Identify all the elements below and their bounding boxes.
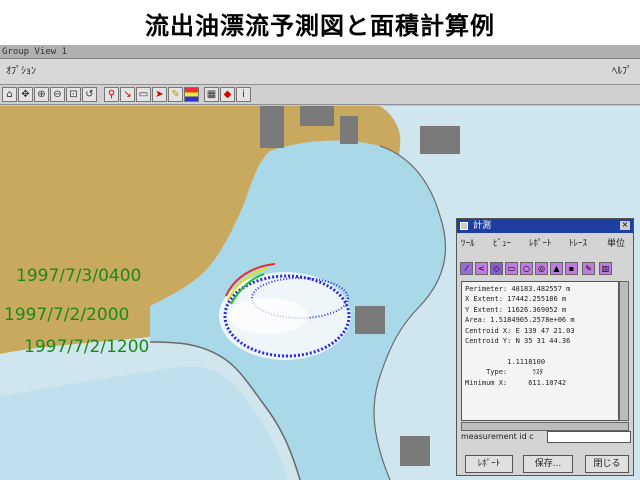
reclaimed-land xyxy=(260,106,284,148)
slide-title: 流出油漂流予測図と面積計算例 xyxy=(145,12,495,40)
select-arrow-icon[interactable]: ↘ xyxy=(120,87,135,102)
date-label: 1997/7/3/0400 xyxy=(16,266,142,286)
menu-view[interactable]: ﾋﾞｭｰ xyxy=(493,236,511,252)
menu-tool[interactable]: ﾂｰﾙ xyxy=(461,236,475,252)
window-title: Group View 1 xyxy=(0,45,640,59)
zoom-previous-icon[interactable]: ↺ xyxy=(82,87,97,102)
layer-icon[interactable]: ▦ xyxy=(204,87,219,102)
raster-tool-icon[interactable]: ▪ xyxy=(565,262,578,275)
zoom-extent-icon[interactable]: ⌂ xyxy=(2,87,17,102)
measurement-results: Perimeter: 48183.482557 m X Extent: 1744… xyxy=(461,281,619,421)
region-tool-icon[interactable]: ▲ xyxy=(550,262,563,275)
reclaimed-land-4 xyxy=(420,126,460,154)
pan-icon[interactable]: ✥ xyxy=(18,87,33,102)
zoom-out-icon[interactable]: ⊖ xyxy=(50,87,65,102)
close-button[interactable]: 閉じる xyxy=(585,455,629,473)
search-icon[interactable]: ⚲ xyxy=(104,87,119,102)
measurement-menu-bar: ﾂｰﾙ ﾋﾞｭｰ ﾚﾎﾟｰﾄ ﾄﾚｰｽ 単位 xyxy=(457,236,633,252)
result-line: Centroid X: E 139 47 21.03 xyxy=(465,326,575,335)
result-line: Area: 1.5184905.2578e+06 m xyxy=(465,316,575,325)
info-icon[interactable]: i xyxy=(236,87,251,102)
reclaimed-land-6 xyxy=(400,436,430,466)
paint-icon[interactable]: ◆ xyxy=(220,87,235,102)
zoom-box-icon[interactable]: ⊡ xyxy=(66,87,81,102)
menu-unit[interactable]: 単位 xyxy=(607,236,625,252)
date-label: 1997/7/2/2000 xyxy=(4,305,130,325)
reclaimed-land-2 xyxy=(300,106,334,126)
rectangle-tool-icon[interactable]: ▭ xyxy=(505,262,518,275)
result-line: Type: ﾗｽﾀ xyxy=(465,368,543,377)
result-line: Perimeter: 48183.482557 m xyxy=(465,285,571,293)
pointer-icon[interactable]: ➤ xyxy=(152,87,167,102)
horizontal-scrollbar[interactable] xyxy=(461,422,629,431)
result-line: Y Extent: 11626.369052 m xyxy=(465,305,567,314)
result-line: 1.1118100 xyxy=(465,357,546,366)
reclaimed-land-3 xyxy=(340,116,358,144)
circle-tool-icon[interactable]: ○ xyxy=(520,262,533,275)
menu-report[interactable]: ﾚﾎﾟｰﾄ xyxy=(529,236,552,252)
measurement-toolbar: ⁄ < ◇ ▭ ○ ◎ ▲ ▪ ✎ ▥ xyxy=(460,262,632,278)
pen-tool-icon[interactable]: ✎ xyxy=(582,262,595,275)
result-line: X Extent: 17442.255186 m xyxy=(465,295,567,304)
result-line: Centroid Y: N 35 31 44.36 xyxy=(465,337,571,346)
result-line xyxy=(465,346,615,356)
window-menu-icon[interactable] xyxy=(460,222,468,230)
legend-icon[interactable] xyxy=(184,87,199,102)
menu-trace[interactable]: ﾄﾚｰｽ xyxy=(569,236,587,252)
measurement-window-title: 計測 × xyxy=(457,219,633,233)
vertical-scrollbar[interactable] xyxy=(619,281,629,421)
line-tool-icon[interactable]: ⁄ xyxy=(460,262,473,275)
menu-help[interactable]: ﾍﾙﾌﾟ xyxy=(612,59,632,85)
pencil-icon[interactable]: ✎ xyxy=(168,87,183,102)
measurement-id-label: measurement id c xyxy=(461,432,534,441)
report-button[interactable]: ﾚﾎﾟｰﾄ xyxy=(465,455,513,473)
date-label: 1997/7/2/1200 xyxy=(24,337,150,357)
result-line: Minimum X: 611.10742 xyxy=(465,378,567,387)
chart-tool-icon[interactable]: ▥ xyxy=(599,262,612,275)
zoom-in-icon[interactable]: ⊕ xyxy=(34,87,49,102)
measurement-window: 計測 × ﾂｰﾙ ﾋﾞｭｰ ﾚﾎﾟｰﾄ ﾄﾚｰｽ 単位 ⁄ < ◇ ▭ ○ ◎ … xyxy=(456,218,634,476)
oil-slick-core xyxy=(228,298,308,334)
reclaimed-land-5 xyxy=(355,306,385,334)
polyline-tool-icon[interactable]: < xyxy=(475,262,488,275)
polygon-tool-icon[interactable]: ◇ xyxy=(490,262,503,275)
measure-icon[interactable]: ▭ xyxy=(136,87,151,102)
measurement-id-input[interactable] xyxy=(547,431,631,443)
menu-bar: ｵﾌﾟｼｮﾝ ﾍﾙﾌﾟ xyxy=(0,59,640,85)
measurement-title-text: 計測 xyxy=(473,221,492,231)
ellipse-tool-icon[interactable]: ◎ xyxy=(535,262,548,275)
close-icon[interactable]: × xyxy=(620,221,630,230)
save-button[interactable]: 保存... xyxy=(523,455,573,473)
toolbar: ⌂ ✥ ⊕ ⊖ ⊡ ↺ ⚲ ↘ ▭ ➤ ✎ ▦ ◆ i xyxy=(0,85,640,105)
menu-option[interactable]: ｵﾌﾟｼｮﾝ xyxy=(6,59,36,85)
